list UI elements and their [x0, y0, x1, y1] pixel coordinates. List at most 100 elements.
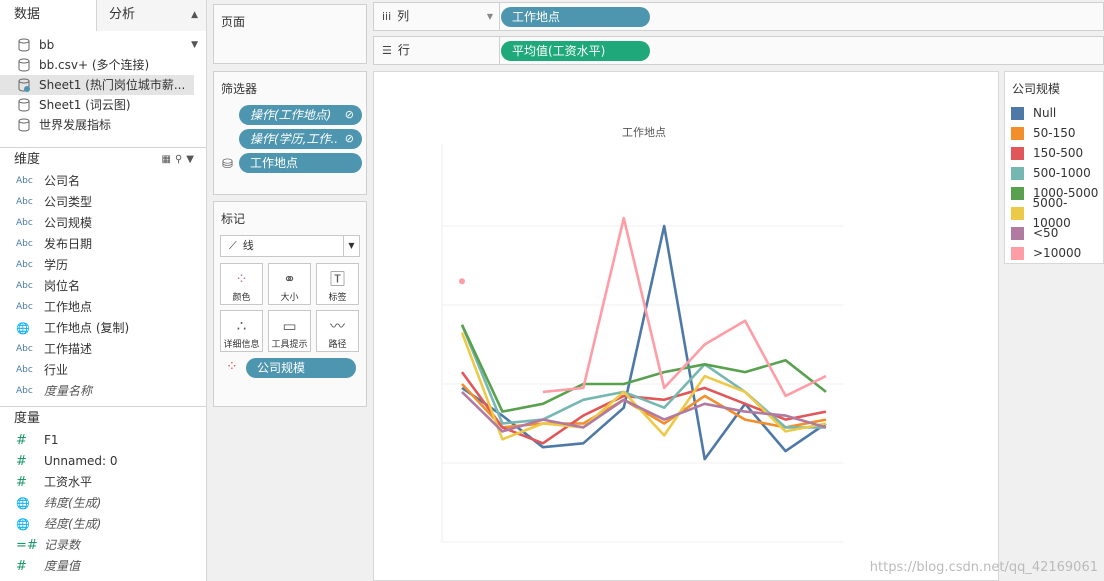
dimension-field[interactable]: 🌐 工作地点 (复制) — [0, 318, 206, 339]
legend-swatch — [1011, 126, 1024, 140]
tab-data[interactable]: 数据 — [0, 0, 97, 31]
string-type-icon: Abc — [16, 197, 33, 207]
rows-icon: ☰ — [382, 44, 392, 57]
tooltip-button-label: 工具提示 — [271, 340, 308, 350]
color-legend: 公司规模 Null 50-150 150-500 500-1000 1000-5000 5… — [1004, 71, 1104, 264]
chevron-down-icon[interactable]: ▼ — [343, 236, 359, 256]
size-icon: ⚭ — [283, 270, 296, 288]
number-type-icon: # — [16, 454, 27, 469]
measure-field[interactable]: # 工资水平 — [0, 472, 206, 493]
legend-label: 50-150 — [1033, 126, 1076, 140]
datasource-item[interactable]: Sheet1 (热门岗位城市薪... — [0, 75, 194, 95]
datasource-list: bb bb.csv+ (多个连接) Sheet1 (热门岗位城市薪... Sheet1… — [0, 31, 206, 135]
series-point[interactable] — [459, 278, 465, 285]
path-button[interactable]: 〰路径 — [316, 310, 359, 352]
line-chart[interactable]: 工作地点 — [374, 72, 998, 580]
tooltip-icon: ▭ — [282, 317, 297, 335]
datasource-item[interactable]: 世界发展指标 — [0, 115, 206, 135]
watermark-text: https://blog.csdn.net/qq_42169061 — [869, 560, 1098, 575]
dimension-field[interactable]: Abc 工作描述 — [0, 339, 206, 360]
database-icon — [18, 118, 30, 132]
datasource-item[interactable]: Sheet1 (词云图) — [0, 95, 206, 115]
grid-view-icon[interactable]: ▦ — [162, 154, 175, 165]
tooltip-button[interactable]: ▭ 工具提示 — [268, 310, 311, 352]
measure-field[interactable]: # F1 — [0, 430, 206, 451]
measure-field-label: 经度(生成) — [44, 517, 102, 531]
chevron-down-icon[interactable]: ▼ — [487, 3, 493, 30]
legend-items: Null 50-150 150-500 500-1000 1000-5000 5000-1… — [1005, 103, 1103, 263]
color-dots-icon: ⁘ — [235, 270, 248, 288]
string-type-icon: Abc — [16, 260, 33, 270]
pane-tabs: 数据 分析 ▲ ▼ — [0, 0, 206, 50]
datasource-label: bb.csv+ (多个连接) — [39, 58, 150, 72]
filter-pill-action-education[interactable]: 操作(学历,工作.. ⊘ — [239, 129, 362, 149]
string-type-icon: Abc — [16, 365, 33, 375]
measure-field[interactable]: 🌐 经度(生成) — [0, 514, 206, 535]
measure-field[interactable]: # Unnamed: 0 — [0, 451, 206, 472]
columns-shelf[interactable]: iii 列 ▼ 工作地点 — [373, 2, 1104, 31]
database-icon — [18, 78, 30, 92]
color-button[interactable]: ⁘ 颜色 — [220, 263, 263, 305]
dimension-tools: ▦⚲▼ — [162, 148, 198, 172]
data-pane: 数据 分析 ▲ ▼ bb bb.csv+ (多个连接) Sheet1 (热门岗位城市薪… — [0, 0, 207, 581]
dimension-field[interactable]: Abc 度量名称 — [0, 381, 206, 402]
legend-swatch — [1011, 166, 1024, 180]
tab-analysis-label: 分析 — [109, 7, 136, 22]
string-type-icon: Abc — [16, 344, 33, 354]
legend-item[interactable]: 150-500 — [1005, 143, 1103, 163]
legend-item[interactable]: >10000 — [1005, 243, 1103, 263]
legend-item[interactable]: Null — [1005, 103, 1103, 123]
detail-button[interactable]: ∴ 详细信息 — [220, 310, 263, 352]
dimension-field[interactable]: Abc 公司类型 — [0, 192, 206, 213]
color-pill-company-size[interactable]: 公司规模 — [246, 358, 356, 378]
pages-card[interactable]: 页面 — [213, 4, 367, 64]
legend-swatch — [1011, 146, 1024, 160]
legend-item[interactable]: 5000-10000 — [1005, 196, 1103, 230]
datasource-item[interactable]: bb — [0, 35, 206, 55]
tab-analysis[interactable]: 分析 ▲ ▼ — [97, 0, 206, 50]
label-button[interactable]: 🅃 标签 — [316, 263, 359, 305]
dimension-field-label: 公司名 — [44, 174, 81, 188]
measure-field-label: 工资水平 — [44, 475, 93, 489]
mark-type-select[interactable]: ⟋ 线 ▼ — [220, 235, 360, 257]
dimension-field[interactable]: Abc 岗位名 — [0, 276, 206, 297]
legend-item[interactable]: 500-1000 — [1005, 163, 1103, 183]
measure-field[interactable]: 🌐 纬度(生成) — [0, 493, 206, 514]
filter-pill-action-location[interactable]: 操作(工作地点) ⊘ — [239, 105, 362, 125]
path-icon: 〰 — [329, 317, 345, 335]
dimension-field[interactable]: Abc 行业 — [0, 360, 206, 381]
legend-item[interactable]: 50-150 — [1005, 123, 1103, 143]
measure-field-label: 度量值 — [44, 559, 81, 573]
string-type-icon: Abc — [16, 176, 33, 186]
filter-pill-location[interactable]: 工作地点 — [239, 153, 362, 173]
columns-pill-location[interactable]: 工作地点 — [501, 7, 650, 27]
database-icon — [18, 98, 30, 112]
filters-card[interactable]: 筛选器 操作(工作地点) ⊘ 操作(学历,工作.. ⊘ ⛁ 工作地点 — [213, 71, 367, 195]
detail-button-label: 详细信息 — [223, 340, 260, 350]
columns-label: 列 — [397, 9, 410, 23]
line-mark-icon: ⟋ — [229, 239, 237, 252]
datasource-item[interactable]: bb.csv+ (多个连接) — [0, 55, 206, 75]
measure-field[interactable]: =# 记录数 — [0, 535, 206, 556]
number-type-icon: # — [16, 475, 27, 490]
dimension-field[interactable]: Abc 学历 — [0, 255, 206, 276]
columns-shelf-label: iii 列 ▼ — [374, 3, 500, 30]
chevron-down-icon[interactable]: ▼ — [186, 154, 198, 165]
dimension-field-label: 学历 — [44, 258, 69, 272]
dimension-field[interactable]: Abc 工作地点 — [0, 297, 206, 318]
measures-title: 度量 — [14, 411, 41, 426]
search-icon[interactable]: ⚲ — [175, 154, 186, 165]
updown-arrows-icon[interactable]: ▲ ▼ — [191, 0, 198, 60]
size-button[interactable]: ⚭ 大小 — [268, 263, 311, 305]
dimension-field[interactable]: Abc 公司名 — [0, 171, 206, 192]
number-type-icon: # — [16, 559, 27, 574]
viz-area[interactable]: 工作地点 — [373, 71, 999, 581]
measure-field[interactable]: # 度量值 — [0, 556, 206, 577]
database-icon — [18, 58, 30, 72]
dimension-field[interactable]: Abc 发布日期 — [0, 234, 206, 255]
rows-pill-avg-salary[interactable]: 平均值(工资水平) — [501, 41, 650, 61]
rows-shelf[interactable]: ☰ 行 平均值(工资水平) — [373, 36, 1104, 65]
dimensions-list: Abc 公司名 Abc 公司类型 Abc 公司规模 Abc 发布日期 Abc 学历 Abc 岗位名 Ab… — [0, 171, 206, 402]
string-type-icon: Abc — [16, 302, 33, 312]
dimension-field[interactable]: Abc 公司规模 — [0, 213, 206, 234]
